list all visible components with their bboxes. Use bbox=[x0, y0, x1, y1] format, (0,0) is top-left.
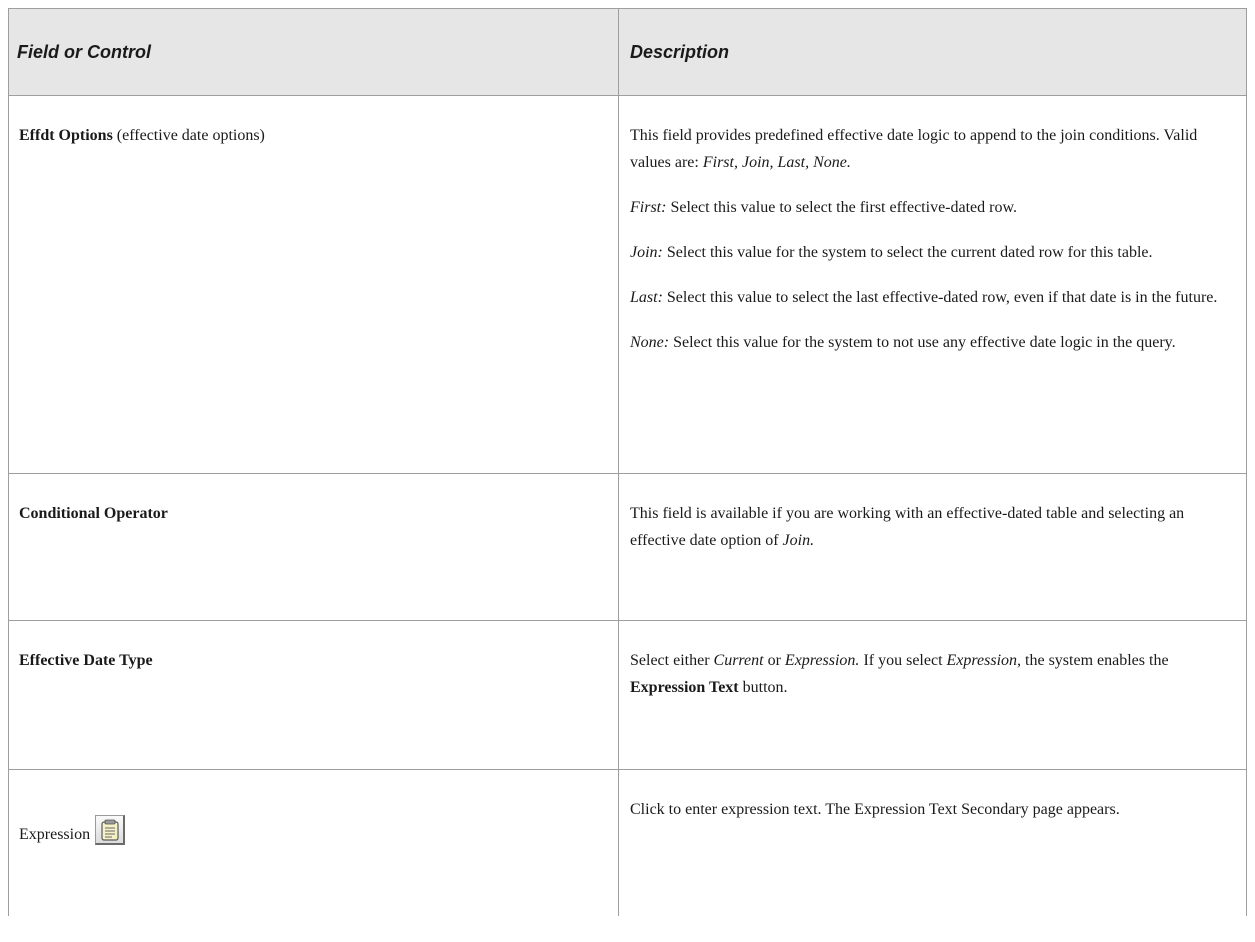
table-row: Effdt Options (effective date options) T… bbox=[8, 95, 1247, 474]
desc-term-expression: Expression. bbox=[784, 652, 860, 669]
desc-term-first: First: bbox=[630, 199, 667, 216]
desc-text: Select this value for the system to not … bbox=[669, 334, 1176, 351]
field-cell: Effdt Options (effective date options) bbox=[8, 95, 619, 474]
header-description: Description bbox=[618, 8, 1247, 96]
desc-term-join: Join: bbox=[630, 244, 663, 261]
desc-text: If you select bbox=[859, 652, 947, 669]
desc-term-join: Join. bbox=[782, 532, 815, 549]
table-header-row: Field or Control Description bbox=[8, 8, 1247, 96]
desc-text: or bbox=[763, 652, 785, 669]
desc-text: the system enables the bbox=[1021, 652, 1169, 669]
desc-text: Select this value to select the first ef… bbox=[666, 199, 1017, 216]
field-cell: Conditional Operator bbox=[8, 473, 619, 621]
desc-text: Click to enter expression text. The Expr… bbox=[630, 801, 1120, 818]
desc-term-none: None: bbox=[630, 334, 670, 351]
desc-term-expression: Expression, bbox=[946, 652, 1022, 669]
field-cell: Expression bbox=[8, 769, 619, 916]
description-cell: Select either Current or Expression. If … bbox=[618, 620, 1247, 770]
desc-button-name: Expression Text bbox=[630, 679, 739, 696]
field-cell: Effective Date Type bbox=[8, 620, 619, 770]
field-description-table: Field or Control Description Effdt Optio… bbox=[8, 8, 1247, 916]
description-cell: This field provides predefined effective… bbox=[618, 95, 1247, 474]
desc-text: This field is available if you are worki… bbox=[630, 505, 1185, 549]
field-suffix: (effective date options) bbox=[112, 127, 265, 144]
field-name: Expression bbox=[19, 826, 91, 843]
description-cell: Click to enter expression text. The Expr… bbox=[618, 769, 1247, 916]
desc-text: Select either bbox=[630, 652, 714, 669]
table-row: Conditional Operator This field is avail… bbox=[8, 473, 1247, 621]
desc-text: button. bbox=[738, 679, 788, 696]
desc-text: Select this value for the system to sele… bbox=[662, 244, 1153, 261]
field-name: Conditional Operator bbox=[19, 505, 168, 522]
desc-term-last: Last: bbox=[630, 289, 663, 306]
table-row: Expression Click to enter expression tex… bbox=[8, 769, 1247, 916]
table-row: Effective Date Type Select either Curren… bbox=[8, 620, 1247, 770]
expression-button[interactable] bbox=[95, 815, 126, 845]
field-name: Effective Date Type bbox=[19, 652, 153, 669]
desc-valid-values: First, Join, Last, None. bbox=[702, 154, 851, 171]
description-cell: This field is available if you are worki… bbox=[618, 473, 1247, 621]
desc-term-current: Current bbox=[713, 652, 764, 669]
field-name: Effdt Options bbox=[19, 127, 113, 144]
header-field-or-control: Field or Control bbox=[8, 8, 619, 96]
notepad-icon bbox=[101, 819, 119, 841]
desc-text: Select this value to select the last eff… bbox=[662, 289, 1218, 306]
